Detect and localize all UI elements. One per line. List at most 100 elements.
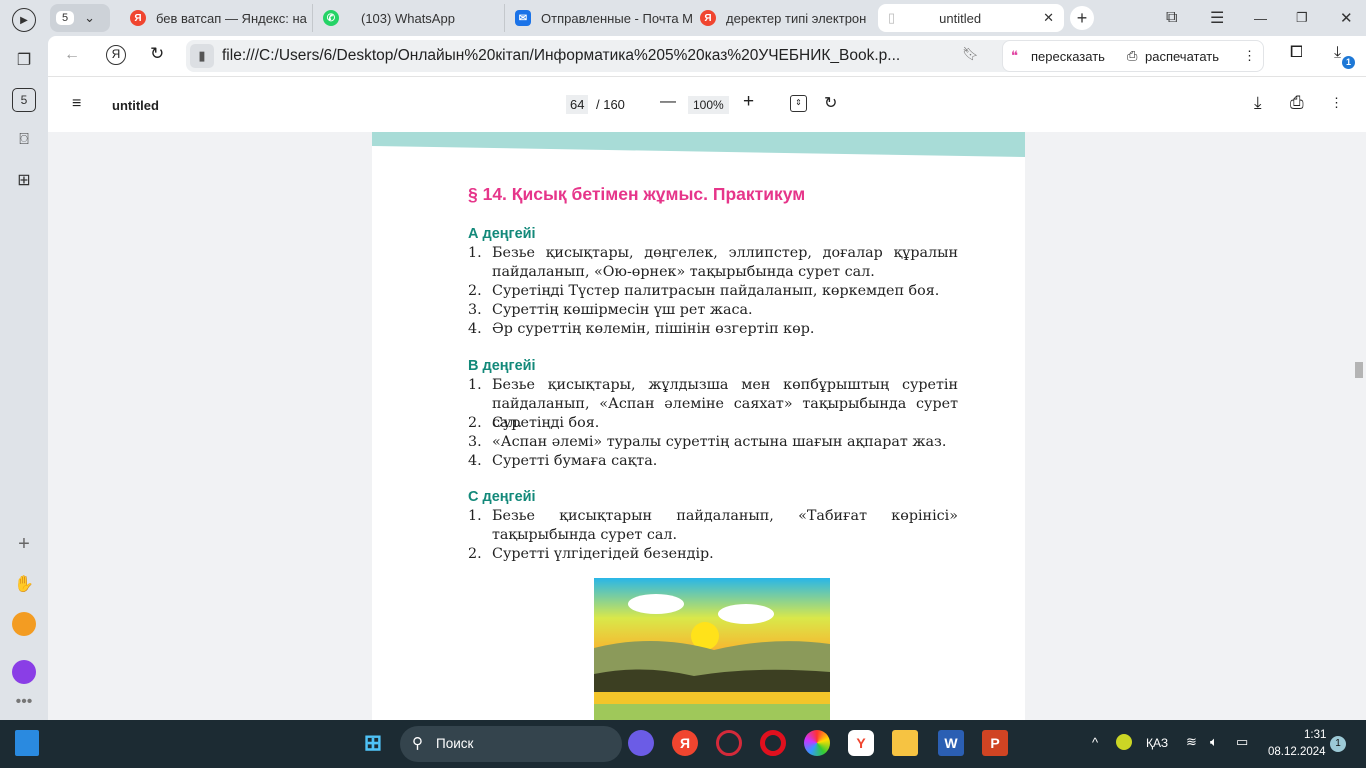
task-item: 4. Әр суреттің көлемін, пішінін өзгертіп … xyxy=(468,320,958,339)
extensions-icon[interactable]: ⧠ xyxy=(1290,44,1303,62)
scrollbar[interactable] xyxy=(1352,132,1366,720)
task-item: 2. Суретіңді боя. xyxy=(468,414,958,433)
task-number: 1. xyxy=(468,508,482,524)
task-text: Әр суреттің көлемін, пішінін өзгертіп кө… xyxy=(492,321,815,337)
url-field[interactable]: ▮ file:///C:/Users/6/Desktop/Онлайын%20к… xyxy=(186,40,1044,72)
task-item: 4. Суретті бумаға сақта. xyxy=(468,452,958,471)
task-item: 3. Суреттің көшірмесін үш рет жаса. xyxy=(468,301,958,320)
tab-group[interactable]: 5 ⌄ xyxy=(50,4,110,32)
tray-app-icon[interactable] xyxy=(1116,734,1132,750)
alice-icon[interactable] xyxy=(12,660,36,684)
tab-count: 5 xyxy=(20,93,28,107)
rotate-icon[interactable]: ↻ xyxy=(824,93,837,113)
search-box[interactable]: ⚲ Поиск xyxy=(400,726,622,762)
task-text: Безье қисықтарын пайдаланып, «Табиғат кө… xyxy=(492,508,958,543)
tab-4[interactable]: Ядеректер типі электрон xyxy=(690,4,876,32)
zoom-level[interactable]: 100% xyxy=(688,96,729,114)
opera-gx-icon[interactable] xyxy=(716,730,742,756)
yandex-icon: Я xyxy=(700,10,716,26)
teal-strip xyxy=(372,132,1025,157)
widgets-icon[interactable] xyxy=(15,730,39,756)
tab-1[interactable]: Ябев ватсап — Яндекс: на xyxy=(120,4,312,32)
file-icon: ▮ xyxy=(190,44,214,68)
start-icon[interactable]: ⊞ xyxy=(360,730,386,756)
powerpoint-icon[interactable]: P xyxy=(982,730,1008,756)
play-icon[interactable]: ▶ xyxy=(12,8,36,32)
close-window-button[interactable]: ✕ xyxy=(1330,4,1363,32)
pdf-more-icon[interactable]: ⋮ xyxy=(1330,95,1343,111)
scrollbar-thumb[interactable] xyxy=(1355,362,1363,378)
back-icon[interactable]: ← xyxy=(64,46,80,64)
reload-icon[interactable]: ↻ xyxy=(150,44,164,64)
print-button[interactable]: распечатать xyxy=(1145,49,1219,64)
bookmarks-icon[interactable]: ⧉ xyxy=(1156,4,1187,32)
print-pdf-icon[interactable]: ⎙ xyxy=(1290,93,1304,113)
fit-page-icon[interactable]: ⇕ xyxy=(790,95,807,112)
more-icon[interactable]: ••• xyxy=(12,690,36,714)
new-tab-button[interactable]: + xyxy=(1070,6,1094,30)
wifi-icon[interactable]: ≋ xyxy=(1186,734,1197,750)
volume-icon[interactable]: 🔈︎ xyxy=(1210,734,1218,750)
menu-icon[interactable]: ☰ xyxy=(1200,4,1234,32)
assistant-icon[interactable]: ✋ xyxy=(12,572,36,596)
page-number-input[interactable]: 64 xyxy=(566,95,589,114)
tray-chevron-icon[interactable]: ^ xyxy=(1092,735,1098,750)
zoom-in-button[interactable]: + xyxy=(743,91,754,113)
add-icon[interactable]: + xyxy=(12,532,36,556)
file-explorer-icon[interactable] xyxy=(892,730,918,756)
tab-count-icon[interactable]: 5 xyxy=(12,88,36,112)
taskbar: ⊞ ⚲ Поиск Я Y W P ^ ҚАЗ ≋ 🔈︎ ▭ 1:31 08.1… xyxy=(0,720,1366,768)
download-pdf-icon[interactable]: ⤓ xyxy=(1254,93,1262,113)
notification-badge[interactable]: 1 xyxy=(1330,736,1346,752)
task-item: 1. Безье қисықтарын пайдаланып, «Табиғат … xyxy=(468,507,958,545)
battery-icon[interactable]: ▭ xyxy=(1236,734,1248,750)
clock-date[interactable]: 08.12.2024 xyxy=(1268,746,1326,758)
teams-icon[interactable] xyxy=(628,730,654,756)
color-app-icon[interactable] xyxy=(804,730,830,756)
retell-button[interactable]: пересказать xyxy=(1031,49,1105,64)
yandex-active-icon[interactable]: Y xyxy=(848,730,874,756)
mail-app-icon[interactable] xyxy=(12,612,36,636)
yandex-icon: Я xyxy=(130,10,146,26)
browser-sidebar: ▶ ❐ 5 ⌼ ⊞ + ✋ ••• xyxy=(0,0,48,720)
opera-icon[interactable] xyxy=(760,730,786,756)
close-tab-icon[interactable]: ✕ xyxy=(1043,10,1054,26)
landscape-illustration xyxy=(594,578,830,720)
url-text: file:///C:/Users/6/Desktop/Онлайын%20кіт… xyxy=(222,47,901,64)
bookmark-icon[interactable]: 🔖︎ xyxy=(962,46,979,62)
tab-title: бев ватсап — Яндекс: на xyxy=(156,10,307,26)
pdf-toolbar: ≡ untitled 64 / 160 — 100% + ⇕ ↻ ⤓ ⎙ ⋮ xyxy=(48,76,1366,132)
page-total: / 160 xyxy=(596,97,625,112)
task-item: 2. Суретті үлгідегідей безендір. xyxy=(468,545,958,564)
task-number: 3. xyxy=(468,434,482,450)
pdf-menu-icon[interactable]: ≡ xyxy=(72,95,81,113)
page-actions: ❝ пересказать ⎙ распечатать ⋮ xyxy=(1002,40,1264,72)
clock-time[interactable]: 1:31 xyxy=(1304,729,1326,741)
whatsapp-icon: ✆ xyxy=(323,10,339,26)
yandex-browser-icon[interactable]: Я xyxy=(672,730,698,756)
word-icon[interactable]: W xyxy=(938,730,964,756)
downloads-icon[interactable]: ⤓ xyxy=(1334,44,1341,62)
level-heading: С деңгейі xyxy=(468,489,536,505)
more-actions-icon[interactable]: ⋮ xyxy=(1243,48,1256,64)
apps-grid-icon[interactable]: ⊞ xyxy=(12,168,36,192)
tab-3[interactable]: ✉ Отправленные - Почта M xyxy=(504,4,696,32)
pdf-icon: ▯ xyxy=(888,10,896,25)
tab-active[interactable]: ▯ untitled ✕ xyxy=(878,4,1064,32)
screenshot-icon[interactable]: ⌼ xyxy=(12,128,36,152)
task-item: 2. Суретіңді Түстер палитрасын пайдаланып… xyxy=(468,282,958,301)
tab-title: Отправленные - Почта M xyxy=(541,10,694,26)
pdf-page: § 14. Қисық бетімен жұмыс. Практикум А д… xyxy=(372,132,1025,720)
task-number: 1. xyxy=(468,377,482,393)
yandex-home-icon[interactable]: Я xyxy=(106,45,126,65)
tab-2[interactable]: ✆ (103) WhatsApp xyxy=(312,4,504,32)
tab-title: untitled xyxy=(939,10,982,26)
task-number: 1. xyxy=(468,245,482,261)
zoom-out-button[interactable]: — xyxy=(660,93,676,111)
collections-icon[interactable]: ❐ xyxy=(12,48,36,72)
restore-button[interactable]: ❐ xyxy=(1286,4,1318,32)
task-number: 2. xyxy=(468,546,482,562)
language-indicator[interactable]: ҚАЗ xyxy=(1146,736,1168,750)
retell-icon: ❝ xyxy=(1011,48,1018,63)
minimize-button[interactable]: — xyxy=(1244,4,1277,32)
